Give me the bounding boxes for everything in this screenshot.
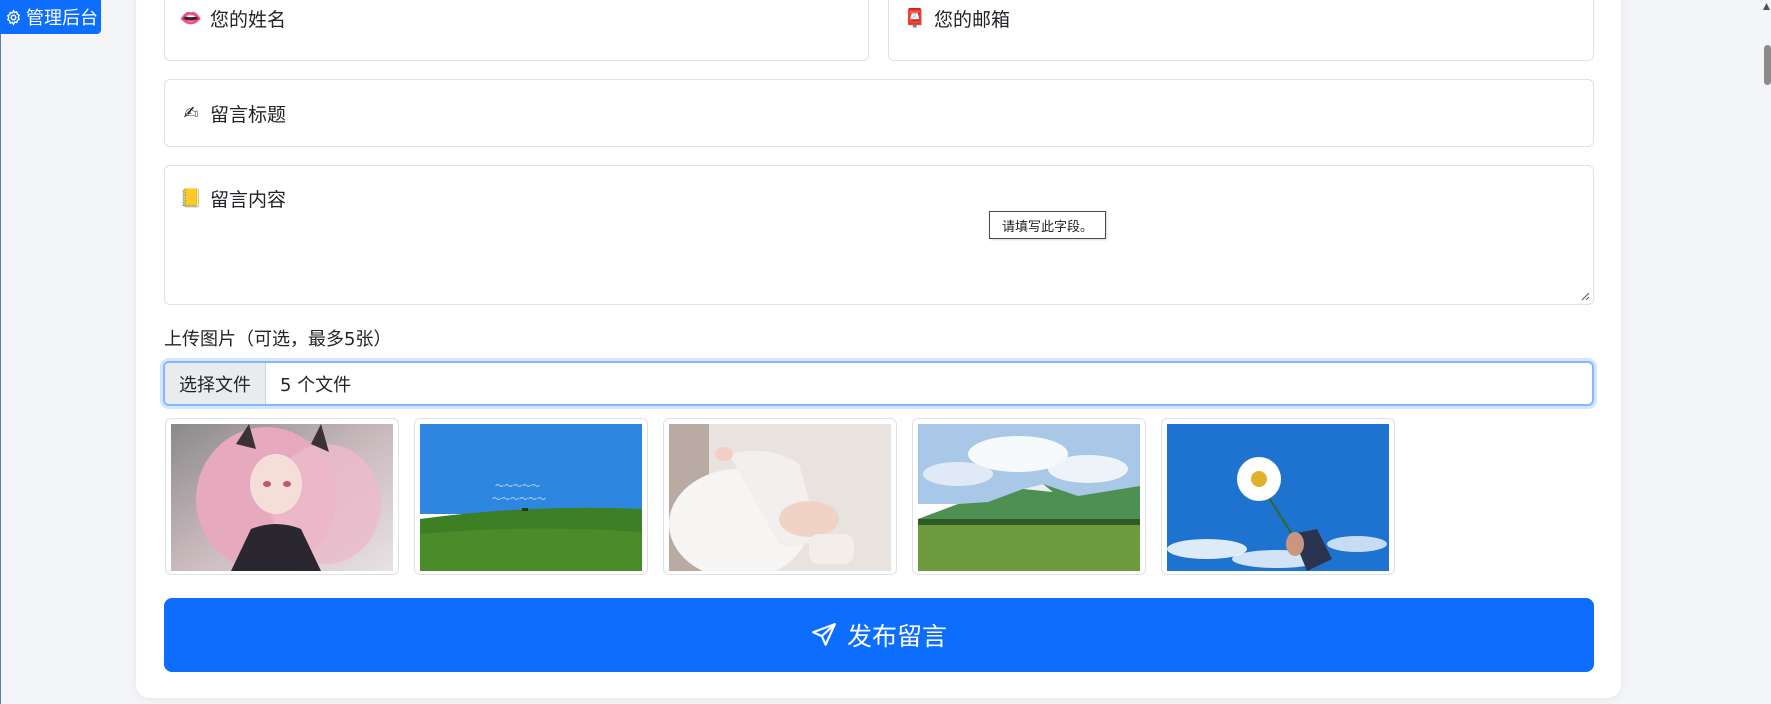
notebook-icon: 📒 — [179, 188, 203, 209]
content-textarea[interactable]: 📒 留言内容 — [164, 165, 1594, 305]
anime-girl-image — [171, 424, 393, 571]
submit-button[interactable]: 发布留言 — [164, 598, 1594, 672]
send-icon — [812, 623, 836, 646]
preview-image-4 — [912, 418, 1146, 575]
name-input[interactable]: 👄 您的姓名 — [164, 0, 869, 61]
image-previews: ～～～～～ ～～～～～～ — [165, 418, 1395, 575]
scrollbar-thumb[interactable] — [1764, 45, 1771, 85]
scroll-up-icon[interactable] — [1762, 0, 1771, 14]
postbox-icon: 📮 — [903, 8, 927, 29]
file-input[interactable]: 选择文件 5 个文件 — [163, 361, 1594, 406]
upload-label: 上传图片（可选，最多5张） — [164, 329, 392, 350]
page: 管理后台 👄 您的姓名 📮 您的邮箱 ✍ 留言标题 📒 留言内容 请填写此字段。 — [0, 0, 1771, 704]
email-placeholder: 您的邮箱 — [934, 9, 1011, 31]
writing-hand-icon: ✍ — [183, 102, 199, 124]
title-input[interactable]: ✍ 留言标题 — [164, 79, 1594, 147]
resize-grip-icon[interactable] — [1581, 292, 1590, 301]
left-border — [0, 34, 1, 704]
preview-image-5 — [1161, 418, 1395, 575]
admin-link[interactable]: 管理后台 — [0, 0, 101, 34]
submit-label: 发布留言 — [846, 622, 947, 651]
scrollbar[interactable] — [1762, 0, 1771, 704]
admin-link-label: 管理后台 — [26, 8, 98, 29]
content-placeholder: 留言内容 — [210, 189, 287, 211]
daisy-sky-image — [1167, 424, 1389, 571]
svg-text:～～～～～: ～～～～～ — [495, 482, 540, 492]
lips-icon: 👄 — [179, 8, 203, 29]
green-field-sky-image: ～～～～～ ～～～～～～ — [420, 424, 642, 571]
white-dress-image — [669, 424, 891, 571]
choose-file-button[interactable]: 选择文件 — [165, 363, 266, 404]
validation-tooltip: 请填写此字段。 — [989, 211, 1106, 239]
email-input[interactable]: 📮 您的邮箱 — [888, 0, 1594, 61]
mountain-meadow-image — [918, 424, 1140, 571]
svg-text:～～～～～～: ～～～～～～ — [492, 495, 546, 505]
preview-image-2: ～～～～～ ～～～～～～ — [414, 418, 648, 575]
preview-image-3 — [663, 418, 897, 575]
title-placeholder: 留言标题 — [210, 103, 287, 126]
gear-icon — [6, 8, 21, 26]
file-status: 5 个文件 — [280, 374, 352, 396]
preview-image-1 — [165, 418, 399, 575]
name-placeholder: 您的姓名 — [210, 9, 287, 31]
